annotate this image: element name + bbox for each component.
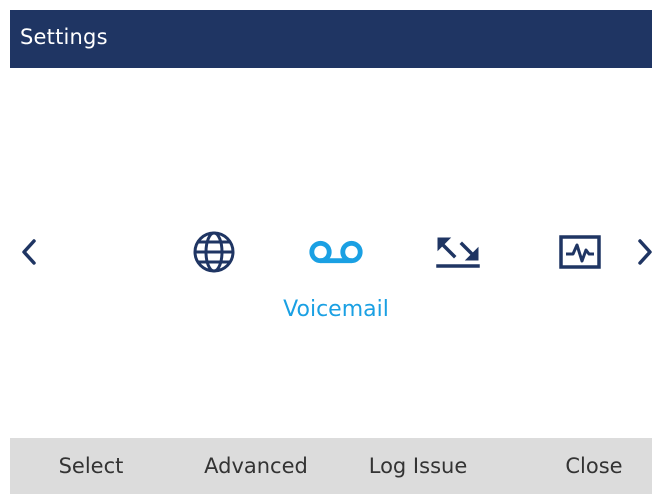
chevron-left-icon [22, 239, 36, 265]
chevron-right-icon [638, 239, 652, 265]
diagnostics-option[interactable] [550, 228, 610, 276]
close-softkey[interactable]: Close [519, 438, 652, 494]
select-softkey[interactable]: Select [16, 438, 166, 494]
previous-button[interactable] [14, 232, 44, 272]
voicemail-icon [309, 240, 363, 264]
globe-icon [193, 231, 235, 273]
advanced-softkey[interactable]: Advanced [181, 438, 331, 494]
selected-item-label: Voicemail [283, 297, 389, 322]
voicemail-option[interactable] [306, 228, 366, 276]
page-title: Settings [20, 25, 108, 49]
next-button[interactable] [630, 232, 652, 272]
call-history-option[interactable] [428, 228, 488, 276]
diagnostics-icon [559, 235, 601, 269]
title-bar: Settings [10, 10, 652, 68]
log-issue-softkey[interactable]: Log Issue [343, 438, 493, 494]
globe-option[interactable] [184, 228, 244, 276]
call-history-icon [436, 237, 480, 268]
softkey-bar: Select Advanced Log Issue Close [10, 438, 652, 494]
